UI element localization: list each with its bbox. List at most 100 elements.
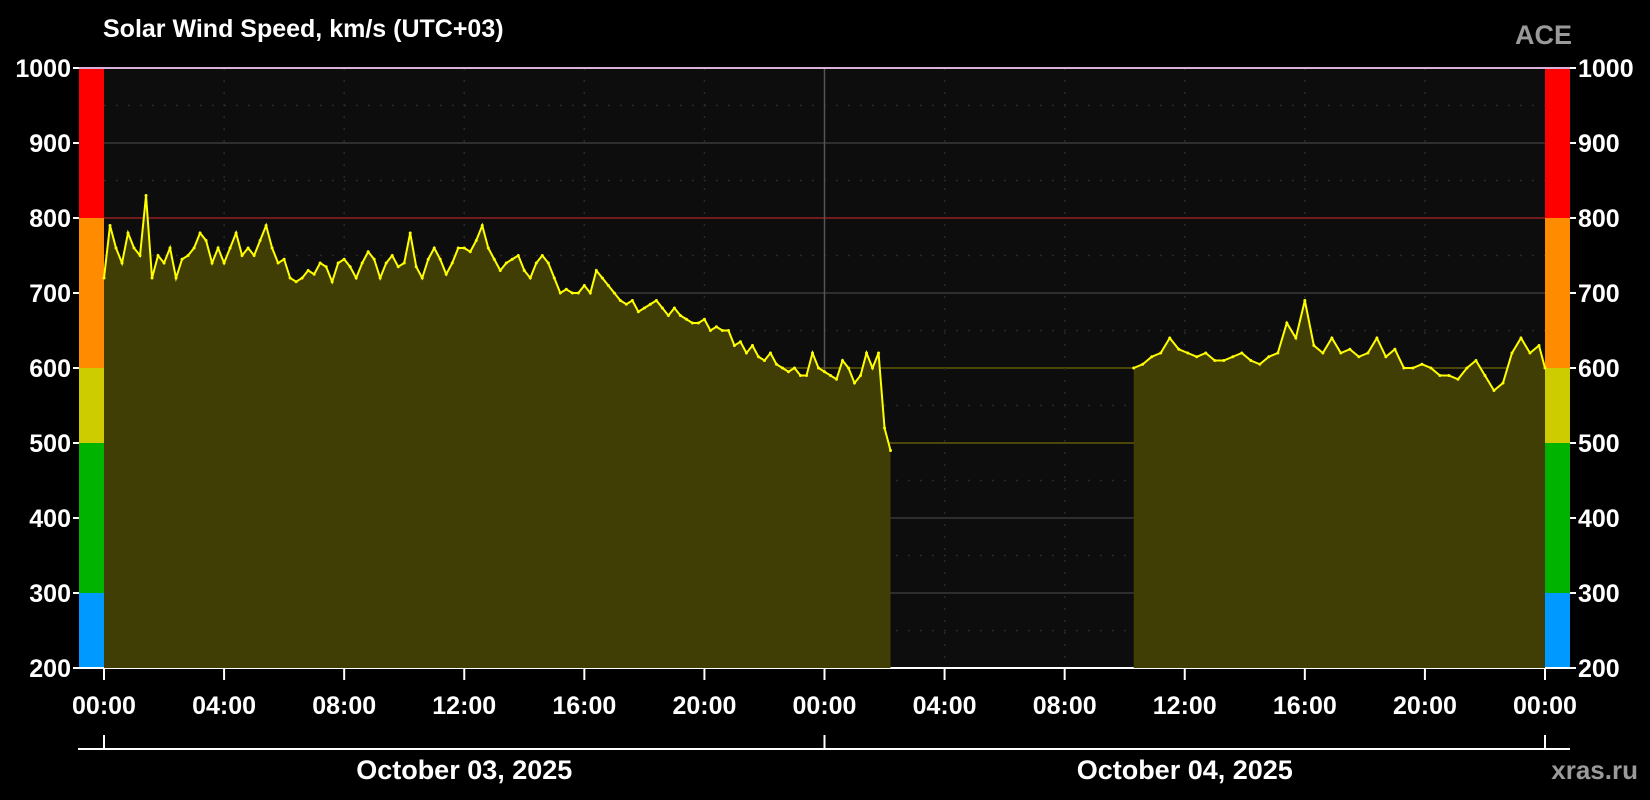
- data-point: [690, 321, 694, 325]
- x-tick-labels: 00:00 04:00 08:00 12:00 16:00 20:00 00:00 04:00…: [72, 668, 1577, 720]
- data-point: [312, 272, 316, 276]
- data-point: [102, 276, 106, 280]
- data-point: [774, 362, 778, 366]
- data-point: [576, 291, 580, 295]
- data-point: [726, 329, 730, 332]
- threshold-band-right: [1545, 593, 1570, 668]
- data-point: [1330, 336, 1334, 340]
- data-point: [276, 261, 280, 265]
- data-point: [270, 246, 274, 250]
- data-point: [258, 239, 262, 242]
- data-point: [786, 370, 790, 374]
- data-point: [1456, 377, 1460, 381]
- data-point: [582, 284, 586, 287]
- data-point: [516, 254, 520, 257]
- data-point: [1294, 336, 1298, 340]
- data-point: [1132, 366, 1136, 370]
- date-label: October 03, 2025: [356, 755, 572, 785]
- x-tick-label: 00:00: [1513, 692, 1577, 720]
- data-point: [336, 261, 340, 265]
- x-tick-label: 16:00: [552, 692, 616, 720]
- data-point: [1519, 336, 1523, 340]
- data-point: [294, 280, 298, 284]
- y-tick-label-right: 200: [1578, 655, 1620, 683]
- data-point: [156, 254, 160, 257]
- data-point: [702, 317, 706, 321]
- y-tick-label-left: 500: [29, 430, 71, 458]
- data-point: [186, 254, 190, 257]
- data-point: [474, 239, 478, 242]
- data-point: [1177, 347, 1181, 351]
- data-point: [594, 269, 598, 272]
- data-point: [354, 276, 358, 280]
- data-point: [528, 276, 532, 280]
- data-point: [432, 246, 436, 250]
- data-point: [750, 344, 754, 347]
- data-point: [300, 276, 304, 280]
- data-point: [162, 261, 166, 265]
- y-tick-label-right: 500: [1578, 430, 1620, 458]
- data-point: [522, 269, 526, 272]
- data-point: [720, 329, 724, 332]
- data-point: [1384, 355, 1388, 359]
- data-point: [204, 239, 208, 242]
- data-point: [859, 374, 863, 377]
- threshold-band-left: [79, 593, 104, 668]
- data-point: [1366, 351, 1370, 355]
- data-point: [606, 284, 610, 287]
- data-point: [708, 329, 712, 332]
- data-point: [486, 246, 490, 250]
- y-tick-labels-right: 200 300 400 500 600 700 800 900 1000: [1570, 55, 1634, 683]
- data-point: [1348, 347, 1352, 351]
- data-point: [366, 250, 370, 254]
- data-point: [192, 246, 196, 250]
- data-point: [372, 257, 376, 261]
- data-point: [510, 257, 514, 261]
- data-point: [144, 194, 148, 197]
- threshold-band-right: [1545, 443, 1570, 593]
- x-tick-label: 04:00: [913, 692, 977, 720]
- data-point: [1213, 359, 1217, 362]
- data-point: [1393, 347, 1397, 351]
- data-point: [396, 265, 400, 269]
- data-point: [756, 355, 760, 359]
- data-point: [348, 265, 352, 269]
- data-point: [877, 351, 881, 355]
- data-point: [1510, 351, 1514, 355]
- chart-title: Solar Wind Speed, km/s (UTC+03): [103, 15, 504, 43]
- data-point: [660, 306, 664, 310]
- data-point: [1501, 381, 1505, 385]
- data-point: [636, 310, 640, 314]
- data-point: [252, 254, 256, 257]
- threshold-band-left: [79, 368, 104, 443]
- x-tick-label: 08:00: [312, 692, 376, 720]
- data-point: [768, 351, 772, 355]
- data-point: [282, 257, 286, 261]
- data-point: [1474, 359, 1478, 362]
- threshold-bands-left: [79, 68, 104, 668]
- data-point: [853, 381, 857, 385]
- threshold-band-left: [79, 443, 104, 593]
- data-point: [1465, 366, 1469, 370]
- data-point: [546, 261, 550, 265]
- data-point: [1186, 351, 1190, 355]
- data-point: [883, 426, 887, 430]
- data-point: [648, 302, 652, 306]
- data-point: [696, 321, 700, 325]
- data-point: [228, 246, 232, 250]
- data-point: [180, 257, 184, 261]
- data-point: [612, 291, 616, 295]
- y-tick-label-right: 900: [1578, 130, 1620, 158]
- data-point: [390, 254, 394, 257]
- y-tick-label-right: 800: [1578, 205, 1620, 233]
- data-point: [306, 269, 310, 272]
- data-point: [1303, 299, 1307, 302]
- data-point: [1411, 366, 1415, 370]
- data-point: [816, 366, 820, 370]
- data-point: [1492, 389, 1496, 392]
- source-label: ACE: [1515, 20, 1572, 50]
- watermark: xras.ru: [1551, 755, 1638, 785]
- data-point: [540, 254, 544, 257]
- data-point: [1312, 344, 1316, 347]
- data-point: [330, 280, 334, 284]
